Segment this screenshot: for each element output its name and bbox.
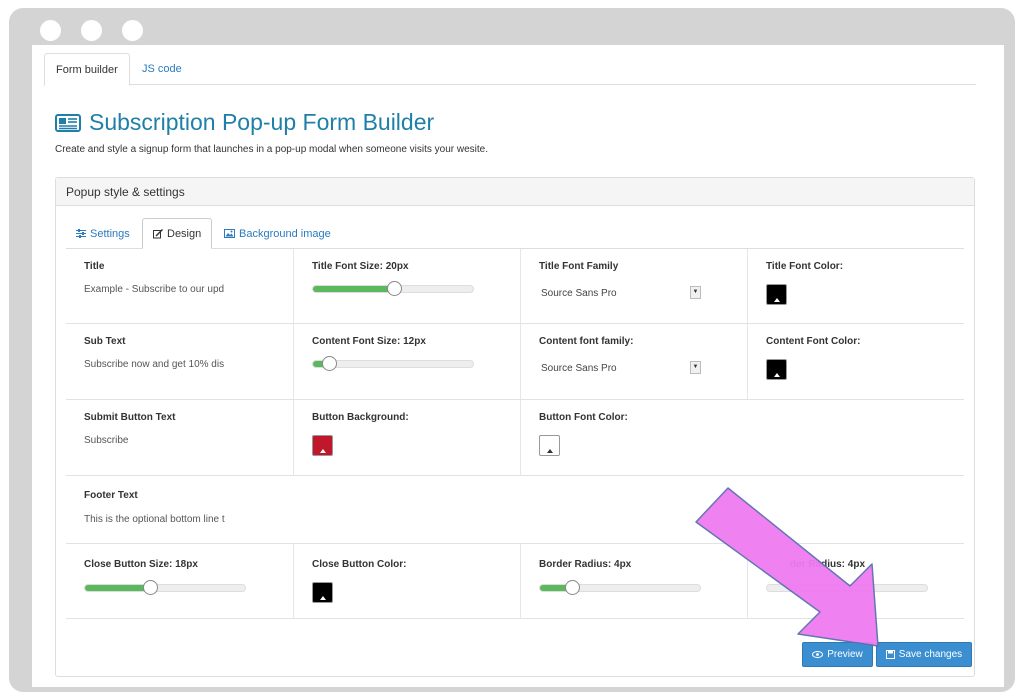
field-label: Button Background: xyxy=(312,412,409,423)
window-dot xyxy=(81,20,102,41)
top-tab-bar: Form builder JS code xyxy=(44,53,976,86)
content-font-color-field: Content Font Color: xyxy=(747,324,964,399)
panel-heading: Popup style & settings xyxy=(56,178,974,206)
tab-background-image[interactable]: Background image xyxy=(214,218,341,249)
dropdown-arrow-icon[interactable]: ▼ xyxy=(690,286,701,299)
title-font-family-select[interactable]: Source Sans Pro ▼ xyxy=(539,285,701,302)
field-label: Content Font Size: 12px xyxy=(312,336,426,347)
button-font-color-field: Button Font Color: xyxy=(520,400,747,475)
submit-text-field: Submit Button Text Subscribe xyxy=(66,400,293,475)
close-button-size-slider[interactable] xyxy=(84,580,246,595)
sliders-icon xyxy=(76,229,86,238)
sub-text-field: Sub Text Subscribe now and get 10% dis xyxy=(66,324,293,399)
field-label: Title Font Color: xyxy=(766,261,844,272)
title-input[interactable]: Example - Subscribe to our upd xyxy=(84,284,224,295)
field-label: Title Font Family xyxy=(539,261,619,272)
content-font-size-slider[interactable] xyxy=(312,356,474,371)
browser-window: Form builder JS code Subscription Pop-up… xyxy=(9,8,1015,692)
content-font-family-field: Content font family: Source Sans Pro ▼ xyxy=(520,324,747,399)
close-button-color-field: Close Button Color: xyxy=(293,544,520,618)
slider-handle[interactable] xyxy=(565,580,581,595)
title-font-size-slider[interactable] xyxy=(312,281,474,296)
tab-settings[interactable]: Settings xyxy=(66,218,140,249)
content-font-size-field: Content Font Size: 12px xyxy=(293,324,520,399)
field-label: Close Button Color: xyxy=(312,559,407,570)
newspaper-icon xyxy=(55,113,81,132)
title-font-color-swatch[interactable] xyxy=(766,284,787,305)
title-field: Title Example - Subscribe to our upd xyxy=(66,249,293,323)
submit-text-input[interactable]: Subscribe xyxy=(84,435,128,446)
border-radius-2-field: der Radius: 4px xyxy=(747,544,964,618)
window-dot xyxy=(122,20,143,41)
select-value: Source Sans Pro xyxy=(541,288,617,299)
field-label: Close Button Size: 18px xyxy=(84,559,198,570)
border-radius-2-slider[interactable] xyxy=(766,584,928,592)
footer-text-field: Footer Text This is the optional bottom … xyxy=(66,476,293,543)
page-title: Subscription Pop-up Form Builder xyxy=(55,109,434,136)
field-label: der Radius: 4px xyxy=(790,559,866,570)
preview-label: Preview xyxy=(827,649,863,660)
field-label: Content font family: xyxy=(539,336,634,347)
field-label: Footer Text xyxy=(84,490,138,501)
close-button-size-field: Close Button Size: 18px xyxy=(66,544,293,618)
page-title-text: Subscription Pop-up Form Builder xyxy=(89,109,435,135)
close-button-color-swatch[interactable] xyxy=(312,582,333,603)
field-label: Title xyxy=(84,261,105,272)
image-icon xyxy=(224,229,235,238)
save-changes-button[interactable]: Save changes xyxy=(876,642,972,667)
floppy-icon xyxy=(885,650,895,659)
tab-form-builder[interactable]: Form builder xyxy=(44,53,130,86)
window-dot xyxy=(40,20,61,41)
slider-handle[interactable] xyxy=(322,356,338,371)
save-changes-label: Save changes xyxy=(898,649,963,660)
tab-js-code[interactable]: JS code xyxy=(131,53,193,86)
field-label: Content Font Color: xyxy=(766,336,861,347)
page-content: Form builder JS code Subscription Pop-up… xyxy=(32,45,1004,687)
border-radius-slider[interactable] xyxy=(539,580,701,595)
border-radius-field: Border Radius: 4px xyxy=(520,544,747,618)
slider-handle[interactable] xyxy=(387,281,402,296)
page-subtitle: Create and style a signup form that laun… xyxy=(55,144,489,155)
button-background-field: Button Background: xyxy=(293,400,520,475)
sub-text-input[interactable]: Subscribe now and get 10% dis xyxy=(84,359,224,370)
title-font-family-field: Title Font Family Source Sans Pro ▼ xyxy=(520,249,747,323)
button-background-swatch[interactable] xyxy=(312,435,333,456)
title-font-size-field: Title Font Size: 20px xyxy=(293,249,520,323)
edit-icon xyxy=(153,228,163,238)
settings-row-footer: Footer Text This is the optional bottom … xyxy=(66,476,964,544)
popup-settings-panel: Popup style & settings Settings Design B… xyxy=(55,177,975,677)
field-label: Title Font Size: 20px xyxy=(312,261,409,272)
button-font-color-swatch[interactable] xyxy=(539,435,560,456)
tab-background-label: Background image xyxy=(239,227,331,240)
tab-design[interactable]: Design xyxy=(142,218,213,249)
select-value: Source Sans Pro xyxy=(541,363,617,374)
content-font-family-select[interactable]: Source Sans Pro ▼ xyxy=(539,360,701,377)
slider-handle[interactable] xyxy=(142,580,158,595)
settings-row-title: Title Example - Subscribe to our upd Tit… xyxy=(66,249,964,324)
field-label: Sub Text xyxy=(84,336,126,347)
panel-tab-bar: Settings Design Background image xyxy=(66,218,964,249)
settings-row-close: Close Button Size: 18px Close Button Col… xyxy=(66,544,964,619)
dropdown-arrow-icon[interactable]: ▼ xyxy=(690,361,701,374)
title-font-color-field: Title Font Color: xyxy=(747,249,964,323)
field-label: Submit Button Text xyxy=(84,412,176,423)
content-font-color-swatch[interactable] xyxy=(766,359,787,380)
field-label: Border Radius: 4px xyxy=(539,559,632,570)
footer-text-input[interactable]: This is the optional bottom line t xyxy=(84,514,225,525)
eye-icon xyxy=(812,651,824,658)
settings-row-submit: Submit Button Text Subscribe Button Back… xyxy=(66,400,964,476)
settings-row-subtext: Sub Text Subscribe now and get 10% dis C… xyxy=(66,324,964,400)
field-label: Button Font Color: xyxy=(539,412,628,423)
tab-design-label: Design xyxy=(167,227,202,240)
tab-settings-label: Settings xyxy=(90,227,130,240)
preview-button[interactable]: Preview xyxy=(802,642,873,667)
